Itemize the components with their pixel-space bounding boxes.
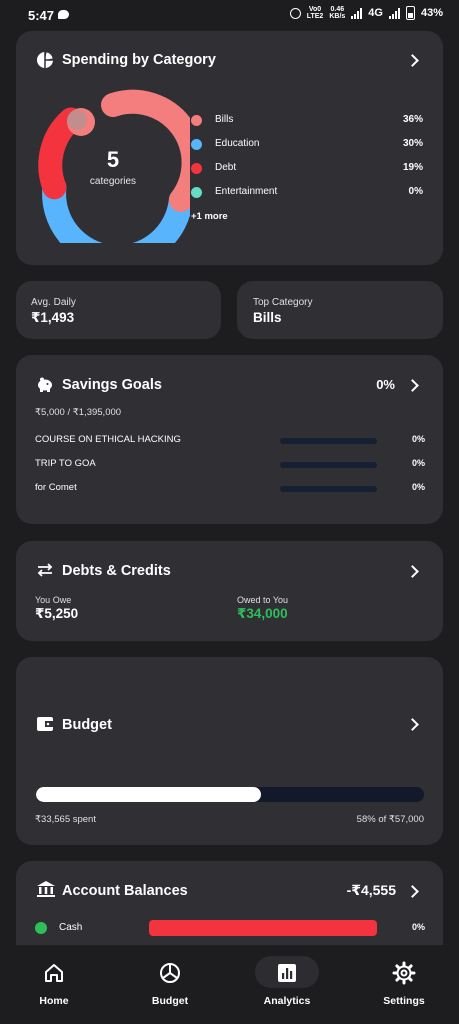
avg-daily-value: ₹1,493 (31, 310, 75, 325)
accounts-total: -₹4,555 (346, 882, 396, 898)
legend-percent: 36% (402, 114, 423, 125)
goal-row[interactable]: TRIP TO GOA 0% (35, 458, 425, 472)
status-bar: 5:47 Vo0 LTE2 0.46 KB/s 4G 43% (0, 0, 459, 30)
legend-item-education: Education 30% (191, 136, 423, 152)
savings-goals-card[interactable]: Savings Goals 0% ₹5,000 / ₹1,395,000 COU… (16, 355, 443, 524)
budget-card[interactable]: Budget ₹33,565 spent 58% of ₹57,000 (16, 657, 443, 845)
goal-row[interactable]: COURSE ON ETHICAL HACKING 0% (35, 434, 425, 448)
spending-card[interactable]: Spending by Category 5 categories Bills … (16, 31, 443, 265)
gear-icon (392, 961, 416, 985)
budget-progress-text: 58% of ₹57,000 (356, 814, 424, 825)
category-count: 5 (106, 147, 120, 172)
signal-icon-2 (388, 7, 400, 19)
top-category-card: Top Category Bills (237, 281, 443, 339)
account-row[interactable]: Cash 0% (35, 920, 425, 936)
chevron-right-icon[interactable] (406, 379, 419, 392)
pie-chart-icon (37, 52, 53, 68)
chevron-right-icon[interactable] (406, 565, 419, 578)
message-icon (58, 10, 69, 19)
savings-summary: ₹5,000 / ₹1,395,000 (35, 407, 122, 418)
bottom-navigation: Home Budget Analytics Settings (0, 945, 459, 1024)
spending-title: Spending by Category (62, 52, 216, 68)
donut-segment-marker (67, 110, 87, 130)
goal-percent: 0% (411, 458, 425, 468)
chevron-right-icon[interactable] (406, 54, 419, 67)
budget-progress-bar (36, 787, 424, 802)
nav-label: Settings (383, 995, 425, 1007)
legend-label: Education (215, 138, 260, 149)
alarm-icon (289, 7, 301, 19)
bar-chart-icon (278, 964, 296, 982)
legend-percent: 19% (402, 162, 423, 173)
owed-to-you-label: Owed to You (237, 595, 289, 605)
chevron-right-icon[interactable] (406, 885, 419, 898)
savings-percent: 0% (376, 377, 395, 392)
network-type: 4G (368, 7, 383, 19)
legend-percent: 0% (408, 186, 423, 197)
goal-name: TRIP TO GOA (35, 458, 96, 469)
legend-label: Entertainment (215, 186, 278, 197)
account-bar (149, 920, 377, 936)
goal-percent: 0% (411, 482, 425, 492)
account-dot (35, 922, 47, 934)
top-category-value: Bills (253, 310, 282, 325)
goal-progress-bar (280, 438, 377, 444)
legend-dot (191, 115, 202, 126)
top-category-label: Top Category (253, 297, 313, 308)
battery-icon (405, 6, 415, 20)
nav-label: Home (39, 995, 69, 1007)
piggy-bank-icon (38, 377, 52, 392)
pie-chart-icon (160, 963, 180, 983)
nav-settings[interactable]: Settings (354, 945, 454, 1024)
you-owe-label: You Owe (35, 595, 72, 605)
wallet-icon (37, 717, 53, 731)
legend-item-entertainment: Entertainment 0% (191, 184, 423, 200)
accounts-title: Account Balances (62, 883, 188, 899)
savings-title: Savings Goals (62, 377, 162, 393)
nav-budget[interactable]: Budget (120, 945, 220, 1024)
chevron-right-icon[interactable] (406, 718, 419, 731)
goal-name: for Comet (35, 482, 77, 493)
bank-icon (37, 881, 55, 897)
budget-title: Budget (62, 717, 112, 733)
legend-dot (191, 139, 202, 150)
avg-daily-label: Avg. Daily (31, 297, 76, 308)
legend-item-bills: Bills 36% (191, 112, 423, 128)
swap-arrows-icon (37, 563, 53, 577)
goal-name: COURSE ON ETHICAL HACKING (35, 434, 181, 445)
legend-label: Bills (215, 114, 234, 125)
legend-label: Debt (215, 162, 237, 173)
legend-percent: 30% (402, 138, 423, 149)
debts-credits-card[interactable]: Debts & Credits You Owe ₹5,250 Owed to Y… (16, 541, 443, 641)
volte-indicator: Vo0 LTE2 (306, 6, 324, 20)
nav-label: Analytics (263, 995, 311, 1007)
goal-progress-bar (280, 486, 377, 492)
account-percent: 0% (411, 922, 425, 932)
home-icon (45, 964, 63, 982)
legend-dot (191, 187, 202, 198)
nav-label: Budget (151, 995, 189, 1007)
status-time: 5:47 (28, 8, 55, 23)
legend-item-debt: Debt 19% (191, 160, 423, 176)
status-icons: Vo0 LTE2 0.46 KB/s 4G 43% (289, 6, 443, 20)
debts-title: Debts & Credits (62, 563, 171, 579)
donut-segment-education (42, 175, 190, 243)
category-count-label: categories (89, 176, 137, 187)
battery-level: 43% (420, 7, 443, 19)
legend-dot (191, 163, 202, 174)
nav-home[interactable]: Home (4, 945, 104, 1024)
signal-icon (351, 7, 363, 19)
goal-percent: 0% (411, 434, 425, 444)
owed-to-you-value: ₹34,000 (237, 606, 288, 621)
account-name: Cash (59, 922, 83, 933)
budget-progress-fill (36, 787, 262, 802)
avg-daily-card: Avg. Daily ₹1,493 (16, 281, 221, 339)
network-speed: 0.46 KB/s (329, 6, 346, 20)
goal-progress-bar (280, 462, 377, 468)
legend-more-link[interactable]: +1 more (191, 211, 228, 222)
nav-analytics[interactable]: Analytics (237, 945, 337, 1024)
budget-spent: ₹33,565 spent (35, 814, 96, 825)
you-owe-value: ₹5,250 (35, 606, 79, 621)
goal-row[interactable]: for Comet 0% (35, 482, 425, 496)
